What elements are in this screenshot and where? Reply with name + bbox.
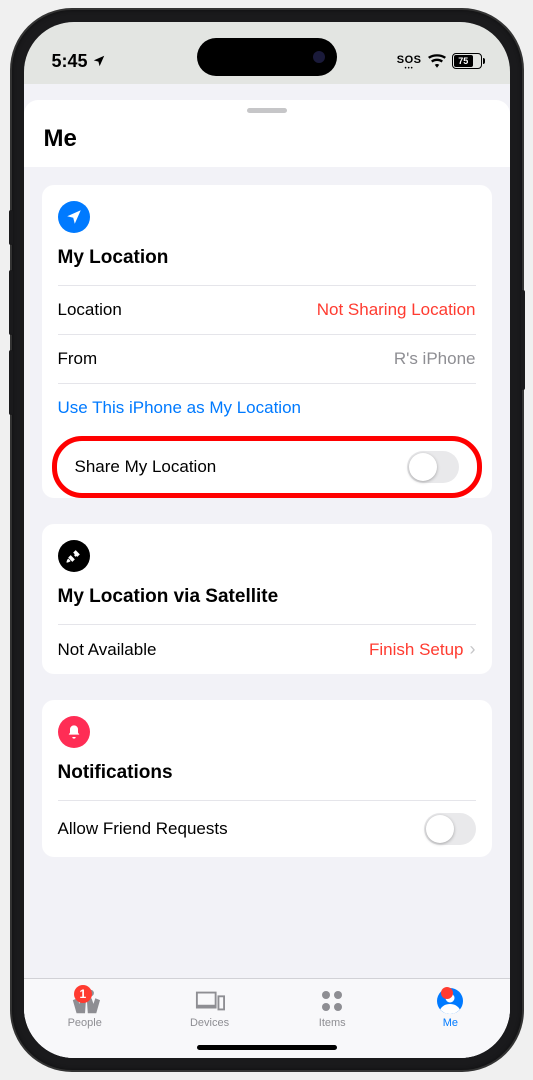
- content-scroll[interactable]: My Location Location Not Sharing Locatio…: [24, 167, 510, 985]
- volume-up-button: [9, 270, 13, 335]
- satellite-icon: [58, 540, 90, 572]
- tab-items-label: Items: [319, 1017, 346, 1029]
- tab-people-label: People: [68, 1017, 102, 1029]
- time-text: 5:45: [52, 51, 88, 72]
- dynamic-island: [197, 38, 337, 76]
- phone-frame: 5:45 SOS ••• 75 Me: [12, 10, 522, 1070]
- share-my-location-row[interactable]: Share My Location: [52, 436, 482, 498]
- from-value: R's iPhone: [394, 349, 476, 369]
- share-my-location-toggle[interactable]: [407, 451, 459, 483]
- share-my-location-label: Share My Location: [75, 457, 217, 477]
- location-row[interactable]: Location Not Sharing Location: [58, 285, 476, 334]
- tab-people[interactable]: 1 People: [68, 987, 102, 1029]
- satellite-status-row[interactable]: Not Available Finish Setup ›: [58, 624, 476, 674]
- tab-me-label: Me: [443, 1017, 458, 1029]
- location-value: Not Sharing Location: [317, 300, 476, 320]
- home-indicator[interactable]: [197, 1045, 337, 1050]
- devices-icon: [195, 987, 225, 1015]
- use-this-iphone-link[interactable]: Use This iPhone as My Location: [58, 383, 476, 432]
- toggle-knob: [409, 453, 437, 481]
- toggle-knob: [426, 815, 454, 843]
- satellite-status-label: Not Available: [58, 640, 157, 660]
- power-button: [521, 290, 525, 390]
- status-right: SOS ••• 75: [397, 50, 482, 72]
- allow-friend-requests-row[interactable]: Allow Friend Requests: [58, 800, 476, 857]
- tab-devices-label: Devices: [190, 1017, 229, 1029]
- notifications-card: Notifications Allow Friend Requests: [42, 700, 492, 857]
- tab-me[interactable]: Me: [435, 987, 465, 1029]
- status-time: 5:45: [52, 51, 106, 72]
- screen: 5:45 SOS ••• 75 Me: [24, 22, 510, 1058]
- satellite-card: My Location via Satellite Not Available …: [42, 524, 492, 674]
- items-icon: [317, 987, 347, 1015]
- battery-percent: 75: [458, 56, 468, 66]
- sos-text: SOS: [397, 54, 422, 66]
- sheet-grabber[interactable]: [247, 108, 287, 113]
- finish-setup-label: Finish Setup: [369, 640, 464, 660]
- sos-indicator: SOS •••: [397, 50, 422, 72]
- sos-dots: •••: [397, 66, 422, 72]
- from-row[interactable]: From R's iPhone: [58, 334, 476, 383]
- volume-down-button: [9, 350, 13, 415]
- me-sheet: Me My Location Location Not Sharing Loca…: [24, 100, 510, 1058]
- satellite-heading: My Location via Satellite: [58, 586, 476, 624]
- tab-devices[interactable]: Devices: [190, 987, 229, 1029]
- allow-friend-requests-toggle[interactable]: [424, 813, 476, 845]
- notifications-heading: Notifications: [58, 762, 476, 800]
- allow-friend-requests-label: Allow Friend Requests: [58, 819, 228, 839]
- chevron-right-icon: ›: [470, 639, 476, 660]
- my-location-heading: My Location: [58, 247, 476, 285]
- side-button: [9, 210, 13, 245]
- location-label: Location: [58, 300, 122, 320]
- bell-icon: [58, 716, 90, 748]
- wifi-icon: [428, 54, 446, 68]
- my-location-card: My Location Location Not Sharing Locatio…: [42, 185, 492, 498]
- location-arrow-icon: [92, 54, 106, 68]
- battery-icon: 75: [452, 53, 482, 69]
- from-label: From: [58, 349, 98, 369]
- page-title: Me: [24, 121, 510, 167]
- tab-items[interactable]: Items: [317, 987, 347, 1029]
- people-badge: 1: [74, 985, 92, 1003]
- location-icon: [58, 201, 90, 233]
